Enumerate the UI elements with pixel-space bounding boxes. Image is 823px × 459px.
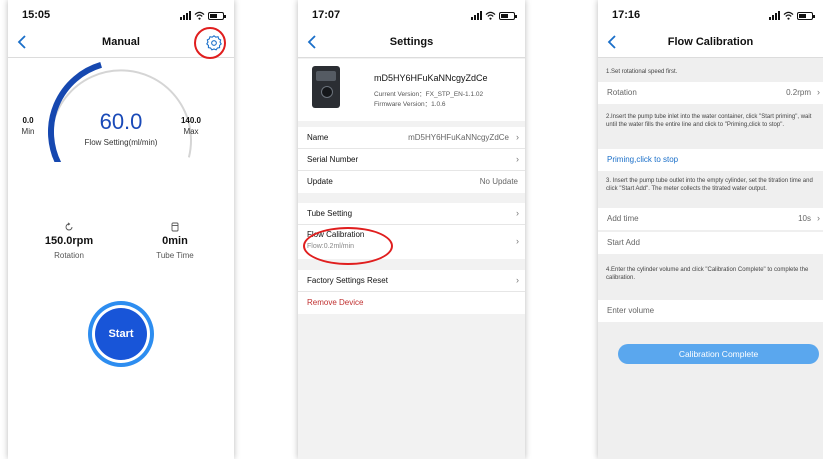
tube-time-value: 0min xyxy=(162,235,188,247)
volume-placeholder: Enter volume xyxy=(607,306,655,315)
page-title: Flow Calibration xyxy=(667,36,754,48)
start-add-button[interactable]: Start Add xyxy=(598,232,823,254)
status-icons xyxy=(769,10,815,20)
rotation-stat: 150.0rpm Rotation xyxy=(19,222,119,260)
rotation-row[interactable]: Rotation 0.2rpm › xyxy=(598,82,823,104)
add-time-row[interactable]: Add time 10s › xyxy=(598,208,823,230)
danger-group: Factory Settings Reset › Remove Device xyxy=(298,270,525,314)
rotation-value: 150.0rpm xyxy=(44,235,94,247)
tube-setting-label: Tube Setting xyxy=(307,209,353,218)
priming-button[interactable]: Priming,click to stop xyxy=(598,149,823,171)
manual-screen: 15:05 Manual 0.0 Min 60.0 140.0 Max Flow S… xyxy=(8,0,234,459)
update-row[interactable]: Update No Update xyxy=(298,171,525,193)
flow-setting-label: Flow Setting(ml/min) xyxy=(84,138,158,147)
flow-calibration-highlight-circle xyxy=(303,227,393,265)
pump-device-image xyxy=(312,66,340,108)
add-time-label: Add time xyxy=(607,214,639,223)
nav-bar: Flow Calibration xyxy=(598,28,823,58)
chevron-right-icon: › xyxy=(516,132,519,142)
flow-calibration-screen: 17:16 Flow Calibration 1.Set rotational … xyxy=(598,0,823,459)
status-time: 15:05 xyxy=(22,9,51,21)
tube-time-label: Tube Time xyxy=(156,251,194,260)
nav-bar: Settings xyxy=(298,28,525,58)
remove-device-label: Remove Device xyxy=(307,298,364,307)
serial-number-label: Serial Number xyxy=(307,155,359,164)
factory-reset-row[interactable]: Factory Settings Reset › xyxy=(298,270,525,292)
chevron-right-icon: › xyxy=(516,236,519,246)
firmware-version: Firmware Version：1.0.6 xyxy=(374,101,446,108)
chevron-right-icon: › xyxy=(516,208,519,218)
update-status: No Update xyxy=(479,177,518,186)
signal-icon xyxy=(769,11,780,20)
name-value: mD5HY6HFuKaNNcgyZdCe xyxy=(408,133,509,142)
remove-device-row[interactable]: Remove Device xyxy=(298,292,525,314)
device-card: mD5HY6HFuKaNNcgyZdCe Current Version：FX_… xyxy=(298,59,525,121)
gauge-max: 140.0 Max xyxy=(180,116,202,136)
settings-screen: 17:07 Settings mD5HY6HFuKaNNcgyZdCe Curr… xyxy=(298,0,525,459)
update-label: Update xyxy=(307,177,333,186)
start-add-label: Start Add xyxy=(607,238,640,247)
serial-number-row[interactable]: Serial Number › xyxy=(298,149,525,171)
flow-setting-value: 60.0 xyxy=(99,109,143,134)
name-row[interactable]: Name mD5HY6HFuKaNNcgyZdCe › xyxy=(298,127,525,149)
step-2-instruction: 2.Insert the pump tube inlet into the wa… xyxy=(606,114,812,128)
battery-icon xyxy=(499,12,517,20)
status-icons xyxy=(471,10,517,20)
chevron-right-icon: › xyxy=(817,87,820,97)
tube-icon xyxy=(171,222,179,232)
chevron-right-icon: › xyxy=(817,213,820,223)
rotation-label: Rotation xyxy=(54,251,84,260)
tube-setting-row[interactable]: Tube Setting › xyxy=(298,203,525,225)
battery-icon xyxy=(797,12,815,20)
priming-label: Priming,click to stop xyxy=(607,155,679,164)
start-button-label: Start xyxy=(95,308,147,360)
status-bar: 17:16 xyxy=(598,0,823,28)
step-3-instruction: 3. Insert the pump tube outlet into the … xyxy=(606,178,813,192)
device-name: mD5HY6HFuKaNNcgyZdCe xyxy=(374,73,488,83)
status-bar: 15:05 xyxy=(8,0,234,28)
status-bar: 17:07 xyxy=(298,0,525,28)
page-title: Settings xyxy=(389,36,434,48)
tube-time-stat: 0min Tube Time xyxy=(125,222,225,260)
step-1-instruction: 1.Set rotational speed first. xyxy=(606,69,678,75)
device-info-group: Name mD5HY6HFuKaNNcgyZdCe › Serial Numbe… xyxy=(298,127,525,193)
name-label: Name xyxy=(307,133,329,142)
settings-highlight-circle xyxy=(194,27,226,59)
current-version: Current Version：FX_STP_EN-1.1.02 xyxy=(374,91,484,98)
status-time: 17:16 xyxy=(612,9,641,21)
status-time: 17:07 xyxy=(312,9,341,21)
wifi-icon xyxy=(194,11,205,20)
battery-icon xyxy=(208,12,226,20)
volume-input[interactable]: Enter volume xyxy=(598,300,823,322)
signal-icon xyxy=(180,11,191,20)
rotation-label: Rotation xyxy=(607,88,637,97)
start-button[interactable]: Start xyxy=(88,301,154,367)
signal-icon xyxy=(471,11,482,20)
rotation-value: 0.2rpm xyxy=(786,88,811,97)
rotation-icon xyxy=(65,222,73,231)
gauge-min: 0.0 Min xyxy=(21,116,35,136)
calibration-complete-button[interactable]: Calibration Complete xyxy=(618,344,819,364)
wifi-icon xyxy=(485,11,496,20)
wifi-icon xyxy=(783,11,794,20)
add-time-value: 10s xyxy=(798,214,811,223)
chevron-right-icon: › xyxy=(516,275,519,285)
chevron-right-icon: › xyxy=(516,154,519,164)
factory-reset-label: Factory Settings Reset xyxy=(307,276,388,285)
step-4-instruction: 4.Enter the cylinder volume and click "C… xyxy=(606,267,809,281)
status-icons xyxy=(180,10,226,20)
